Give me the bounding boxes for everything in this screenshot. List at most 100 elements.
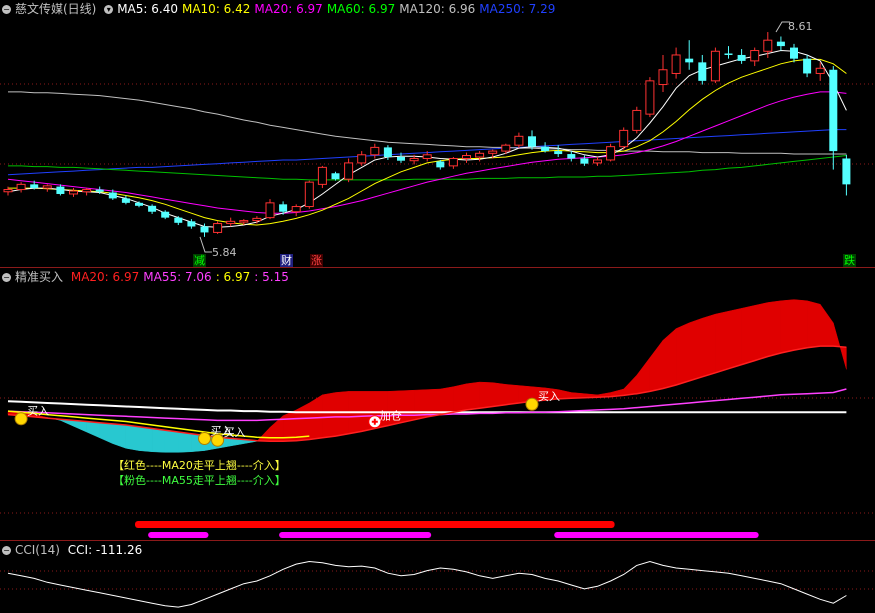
ribbon-segment: [505, 384, 520, 405]
ribbon-segment: [806, 300, 821, 349]
ribbon-segment: [675, 322, 690, 386]
collapse-icon[interactable]: −: [2, 273, 11, 282]
badge-finance[interactable]: 财: [280, 254, 293, 267]
candle-up: [710, 50, 720, 82]
candle-down: [383, 147, 392, 158]
candle-up: [422, 154, 432, 159]
candle-down: [567, 154, 576, 159]
candle-up: [475, 152, 485, 158]
ribbon-segment: [322, 392, 336, 439]
candle-up: [226, 220, 236, 225]
buy-label: 买入: [538, 390, 560, 403]
candle-down: [279, 204, 288, 212]
candle-up: [265, 202, 275, 219]
buy-smiley-icon: [14, 412, 28, 426]
price-chart-pane[interactable]: − 慈文传媒(日线) ▾ MA5: 6.40 MA10: 6.42 MA20: 6.97…: [0, 0, 875, 267]
candle-down: [397, 157, 405, 161]
magenta-signal-bar: [148, 532, 209, 538]
buy-smiley-icon: [198, 431, 211, 445]
candle-up: [501, 144, 511, 152]
candle-down: [174, 217, 183, 223]
ribbon-segment: [780, 299, 795, 354]
ma120-line: [8, 91, 847, 155]
ribbon-segment: [649, 339, 664, 392]
add-position-label: 加仓: [380, 409, 402, 423]
badge-fall[interactable]: 跌: [843, 254, 856, 267]
ribbon-segment: [73, 420, 87, 433]
ma-legend-item: MA5: 6.40: [117, 2, 178, 16]
candle-down: [161, 211, 170, 218]
indicator-legend-item: MA20: 6.97: [70, 270, 140, 284]
candle-down: [56, 186, 65, 194]
cci-line: [7, 560, 847, 608]
ribbon-segment: [728, 308, 742, 370]
low-pointer: [199, 236, 212, 253]
ribbon-segment: [112, 423, 127, 449]
candle-up: [658, 69, 668, 86]
badge-reduce[interactable]: 减: [193, 254, 206, 267]
candle-down: [776, 41, 785, 47]
low-price-label: 5.84: [212, 246, 237, 259]
price-header: − 慈文传媒(日线) ▾ MA5: 6.40 MA10: 6.42 MA20: 6.97…: [2, 2, 563, 16]
candle-up: [409, 157, 419, 162]
ribbon-segment: [125, 424, 140, 451]
candle-down: [724, 53, 733, 55]
ribbon-segment: [793, 299, 808, 351]
candle-down: [803, 58, 812, 74]
candle-up: [448, 157, 458, 167]
ribbon-segment: [702, 313, 716, 378]
ribbon-segment: [295, 402, 310, 441]
candle-up: [3, 189, 13, 193]
dropdown-icon[interactable]: ▾: [104, 5, 114, 14]
candle-up: [763, 39, 773, 52]
ribbon-segment: [557, 389, 572, 400]
ribbon-segment: [466, 381, 480, 411]
candle-up: [82, 189, 92, 193]
ribbon-segment: [335, 391, 349, 437]
candle-up: [291, 206, 301, 213]
cci-header: − CCI(14) CCI: -111.26: [2, 543, 146, 557]
red-signal-bar: [266, 521, 510, 528]
price-chart-svg: [0, 21, 875, 253]
candle-down: [95, 189, 104, 192]
ribbon-segment: [400, 389, 415, 424]
candle-up: [69, 190, 78, 195]
indicator-legend-item: : 6.97: [215, 270, 251, 284]
ma-legend: MA5: 6.40 MA10: 6.42 MA20: 6.97 MA60: 6.97 M…: [117, 2, 559, 16]
collapse-icon[interactable]: −: [2, 5, 11, 14]
candle-up: [514, 135, 524, 146]
candle-down: [554, 151, 563, 155]
indicator-legend: MA20: 6.97 MA55: 7.06: 6.97: 5.15: [71, 270, 293, 284]
candle-down: [528, 136, 536, 147]
candle-up: [213, 223, 223, 233]
candle-up: [671, 54, 681, 74]
indicator-pane[interactable]: 买入 买入 买入 买入 加仓 − 精准买入 MA20: 6.97 MA55: 7.06: 6…: [0, 268, 875, 540]
candle-down: [121, 198, 130, 203]
candle-up: [462, 155, 471, 159]
cci-pane[interactable]: − CCI(14) CCI: -111.26: [0, 541, 875, 613]
candle-up: [632, 109, 642, 131]
candle-up: [619, 129, 629, 148]
ma5-line: [7, 49, 847, 228]
red-signal-bar: [501, 521, 615, 528]
ribbon-segment: [164, 429, 179, 453]
indicator-title: 精准买入: [15, 270, 64, 284]
ribbon-segment: [492, 382, 507, 407]
ribbon-segment: [138, 426, 153, 453]
candle-down: [148, 205, 157, 212]
candle-up: [344, 162, 354, 180]
candle-up: [317, 166, 327, 185]
indicator-legend-item: MA55: 7.06: [143, 270, 212, 284]
candle-down: [200, 226, 209, 233]
note-pink: 【粉色----MA55走平上翘----介入】: [113, 474, 286, 487]
candle-down: [135, 202, 143, 206]
buy-smiley-icon: [525, 397, 539, 411]
candle-down: [541, 146, 550, 152]
collapse-icon[interactable]: −: [2, 546, 11, 555]
badge-rise[interactable]: 涨: [310, 254, 323, 267]
ribbon-segment: [453, 383, 467, 413]
ma-legend-item: MA250: 7.29: [479, 2, 556, 16]
ribbon-segment: [754, 302, 769, 361]
candle-down: [30, 184, 39, 189]
note-red: 【红色----MA20走平上翘----介入】: [113, 459, 286, 472]
